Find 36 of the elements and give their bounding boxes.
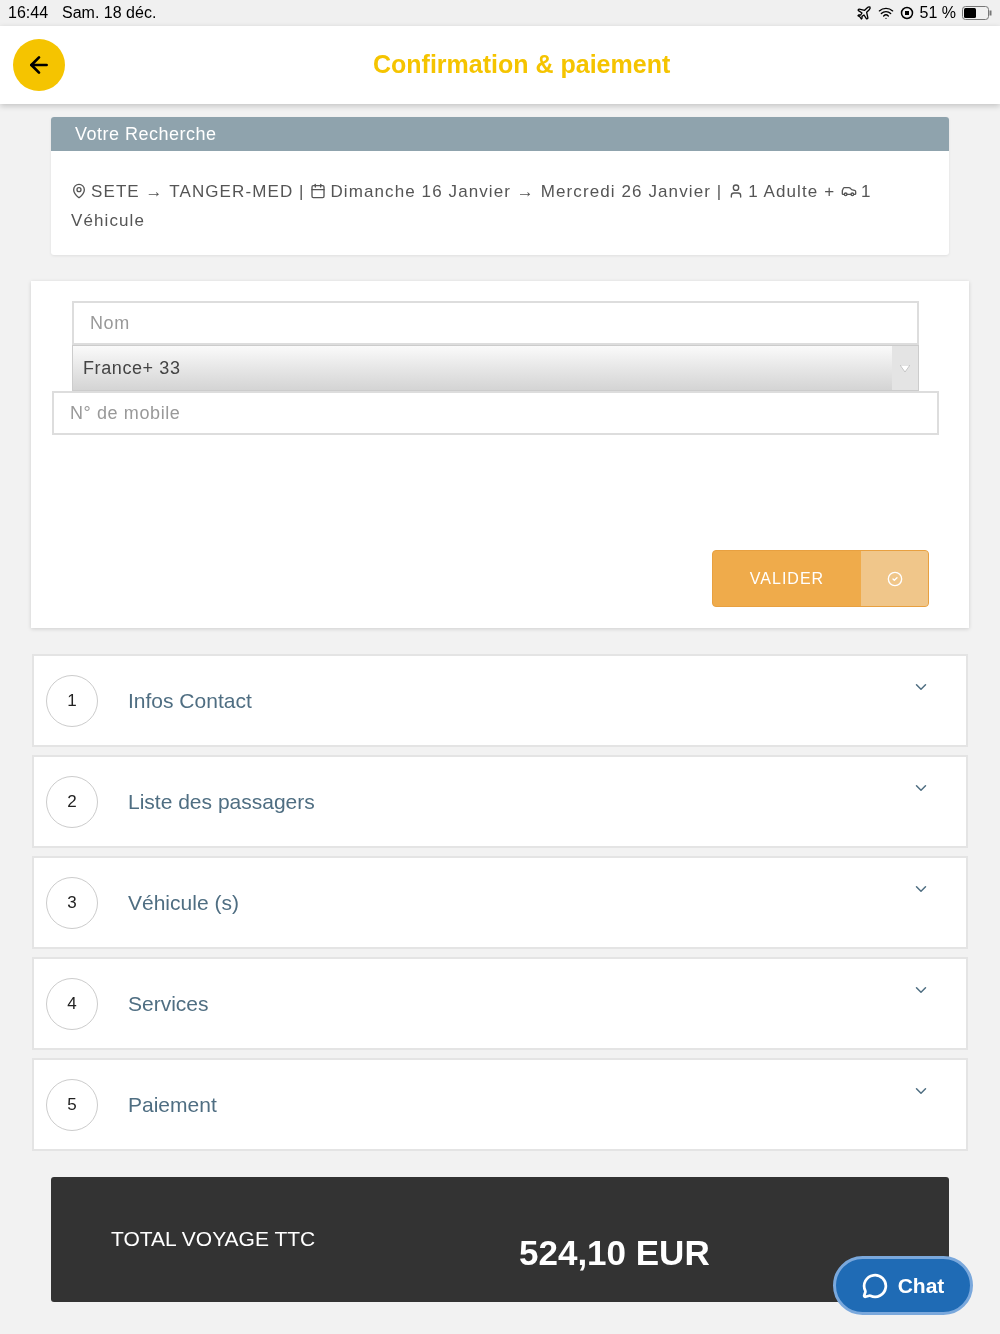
step-panel[interactable]: 3 Véhicule (s) (32, 856, 968, 949)
wifi-icon (877, 5, 894, 21)
step-panel[interactable]: 4 Services (32, 957, 968, 1050)
step-panel[interactable]: 1 Infos Contact (32, 654, 968, 747)
step-panel[interactable]: 5 Paiement (32, 1058, 968, 1151)
calendar-icon (310, 183, 327, 199)
mobile-field[interactable]: N° de mobile (52, 391, 939, 435)
chat-bubble-icon (861, 1272, 888, 1299)
status-time: 16:44 (8, 3, 49, 23)
summary-text: SETE → TANGER-MED | (91, 182, 305, 201)
summary-text: Dimanche 16 Janvier → Mercredi 26 Janvier | (330, 182, 723, 201)
country-select[interactable]: France+ 33 (72, 345, 919, 391)
summary-header: Votre Recherche (51, 117, 949, 151)
step-panel[interactable]: 2 Liste des passagers (32, 755, 968, 848)
battery-percent: 51 % (919, 3, 956, 23)
rotation-lock-icon (899, 6, 914, 20)
step-title: Véhicule (s) (128, 889, 239, 916)
status-date: Sam. 18 déc. (62, 3, 157, 23)
battery-icon (962, 6, 992, 20)
back-button[interactable] (13, 39, 65, 91)
dropdown-caret-icon (900, 364, 910, 372)
step-title: Infos Contact (128, 687, 252, 714)
check-icon (886, 570, 903, 587)
total-amount: 524,10 EUR (519, 1232, 710, 1274)
summary-text: 1 Adulte + (748, 182, 836, 201)
step-title: Liste des passagers (128, 788, 315, 815)
airplane-icon (855, 5, 872, 21)
name-field[interactable]: Nom (72, 301, 919, 345)
map-pin-icon (71, 183, 87, 199)
page-title: Confirmation & paiement (373, 49, 671, 81)
summary-text: Véhicule (71, 211, 145, 230)
summary-text: 1 (861, 182, 872, 201)
chat-button[interactable]: Chat (833, 1256, 973, 1315)
step-title: Paiement (128, 1091, 217, 1118)
step-title: Services (128, 990, 209, 1017)
total-label: TOTAL VOYAGE TTC (111, 1226, 316, 1252)
